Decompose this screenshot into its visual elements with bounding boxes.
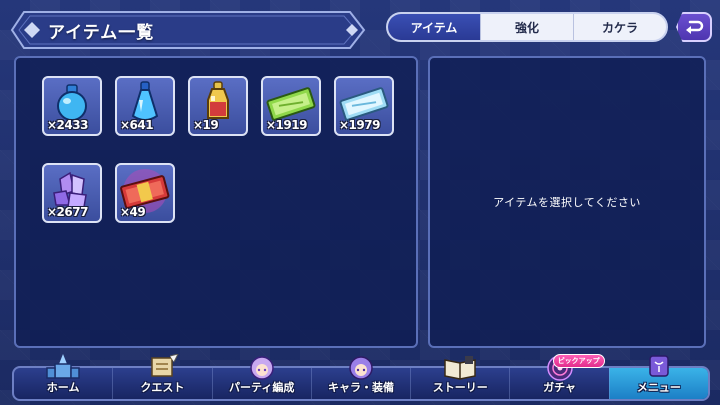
- nav-menu[interactable]: メニュー: [608, 355, 708, 399]
- nav-story[interactable]: ストーリー: [410, 356, 509, 399]
- nav-label: パーティ編成: [229, 381, 295, 394]
- character-icon: [349, 356, 373, 380]
- page-title-banner: アイテム一覧: [10, 9, 368, 51]
- item-count: ×49: [120, 205, 146, 219]
- item-slot[interactable]: ×641: [115, 76, 175, 136]
- nav-label: ホーム: [46, 381, 80, 394]
- item-count: ×2433: [47, 118, 88, 132]
- scroll-icon: [151, 354, 179, 377]
- item-count: ×2677: [47, 205, 88, 219]
- item-count: ×1919: [266, 118, 307, 132]
- item-count: ×641: [120, 118, 154, 132]
- item-detail-panel: アイテムを選択してください: [428, 56, 706, 348]
- pickup-badge: ピックアップ: [552, 354, 605, 368]
- item-slot[interactable]: ×49: [115, 163, 175, 223]
- item-count: ×1979: [339, 118, 380, 132]
- tab-bar: アイテム 強化 カケラ: [386, 12, 668, 42]
- return-arrow-icon: [686, 20, 704, 34]
- item-slot[interactable]: ×1979: [334, 76, 394, 136]
- nav-label: ストーリー: [432, 381, 488, 394]
- bottom-nav: ホーム クエスト パーティ編成 キャラ・装備 ストーリー ピックアップ ガチャ …: [12, 354, 710, 401]
- castle-icon: [46, 354, 80, 379]
- item-slot[interactable]: ×19: [188, 76, 248, 136]
- page-title: アイテム一覧: [48, 23, 155, 43]
- item-list-panel: ×2433 ×641 ×19 ×1919 ×1979 ×2677 ×49: [14, 56, 418, 348]
- nav-gacha[interactable]: ピックアップ ガチャ: [509, 354, 608, 399]
- nav-label: クエスト: [140, 381, 185, 394]
- item-count: ×19: [193, 118, 219, 132]
- nav-characters[interactable]: キャラ・装備: [310, 356, 410, 399]
- nav-home[interactable]: ホーム: [14, 354, 112, 399]
- item-slot[interactable]: ×2433: [42, 76, 102, 136]
- nav-label: メニュー: [636, 381, 681, 394]
- nav-label: キャラ・装備: [327, 381, 394, 394]
- nav-party[interactable]: パーティ編成: [211, 356, 311, 399]
- item-slot[interactable]: ×2677: [42, 163, 102, 223]
- back-button[interactable]: [676, 12, 712, 42]
- nav-label: ガチャ: [543, 381, 576, 394]
- book-icon: [444, 356, 477, 380]
- item-slot[interactable]: ×1919: [261, 76, 321, 136]
- character-icon: [249, 356, 274, 380]
- nav-quest[interactable]: クエスト: [112, 354, 211, 399]
- tab-enhance[interactable]: 強化: [480, 14, 573, 40]
- select-item-prompt: アイテムを選択してください: [493, 196, 641, 209]
- menu-icon: [649, 355, 669, 377]
- tab-fragments[interactable]: カケラ: [573, 14, 666, 40]
- tab-items[interactable]: アイテム: [388, 14, 480, 40]
